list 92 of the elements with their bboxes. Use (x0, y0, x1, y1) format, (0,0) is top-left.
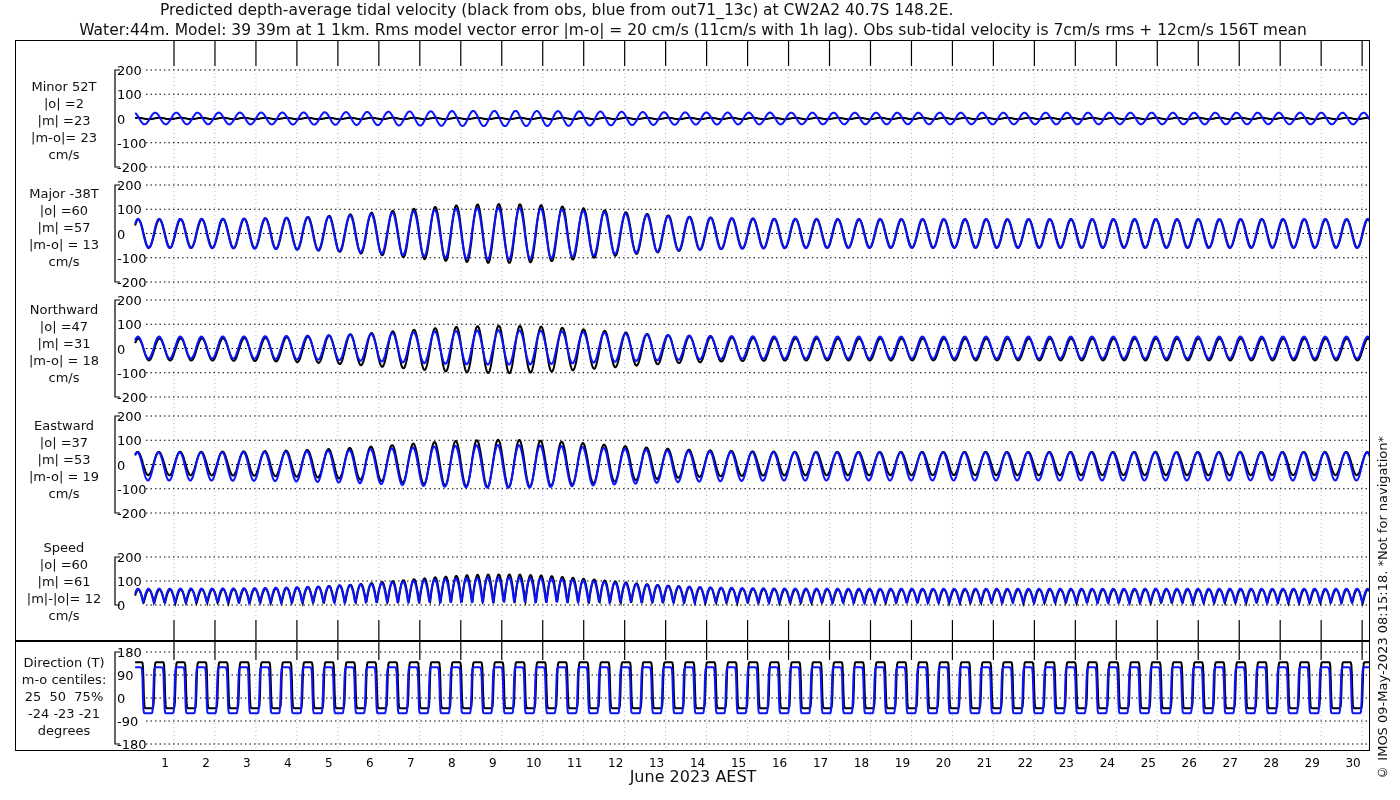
axis-tick-label: -200 (117, 160, 147, 175)
axis-tick-label: 200 (117, 409, 142, 424)
panel-label: Major -38T (29, 185, 99, 202)
chart-title: Water:44m. Model: 39 39m at 1 1km. Rms model vector error |m-o| = 20 cm/s (11cm/s with 1h lag). Obs sub-tidal velocity is 7cm/s rms + 12cm/s 156T mean (78, 20, 1308, 40)
axis-tick-label: 11 (567, 756, 583, 770)
panel-label: Northward (29, 301, 99, 318)
axis-tick-label: 0 (117, 457, 126, 473)
axis-tick-label: 180 (117, 645, 142, 660)
panel-label: Eastward (34, 417, 94, 434)
axis-tick-label: 22 (1017, 756, 1033, 770)
axis-tick-label: 0 (117, 691, 126, 706)
axis-tick-label: -100 (117, 135, 147, 151)
panel-label: Minor 52T (31, 78, 97, 95)
axis-tick-label: 26 (1181, 756, 1197, 770)
axis-tick-label: 0 (117, 341, 126, 357)
axis-tick-label: -100 (117, 365, 147, 381)
axis-tick-label: -200 (117, 275, 147, 290)
axis-tick-label: 100 (117, 574, 142, 589)
axis-tick-label: 100 (117, 317, 142, 333)
axis-tick-label: 2 (202, 756, 210, 770)
axis-tick-label: -180 (117, 737, 147, 750)
axis-tick-label: 100 (117, 87, 142, 103)
axis-tick-label: 9 (488, 756, 497, 770)
chart-title: Predicted depth-average tidal velocity (black from obs, blue from out71_13c) at CW2A2 40.7S 148.2E. (159, 0, 955, 20)
axis-tick-label: 23 (1058, 756, 1074, 770)
axis-tick-label: 19 (894, 756, 911, 770)
axis-tick-label: 25 (1140, 756, 1156, 770)
axis-tick-label: 8 (447, 756, 456, 770)
axis-tick-label: 29 (1304, 756, 1320, 770)
axis-tick-label: 14 (689, 756, 706, 770)
axis-tick-label: 24 (1099, 756, 1115, 770)
axis-tick-label: 12 (608, 756, 624, 770)
axis-tick-label: 0 (117, 111, 126, 127)
axis-tick-label: 200 (117, 293, 142, 308)
panel-label: |m| =23 (37, 112, 91, 129)
axis-tick-label: 13 (649, 756, 665, 770)
axis-tick-label: 100 (117, 202, 142, 218)
axis-tick-label: -100 (117, 250, 147, 266)
panel-label: |m| =53 (37, 451, 91, 468)
axis-tick-label: 0 (117, 226, 126, 242)
panel-label: |m|-|o|= 12 (26, 590, 102, 607)
axis-tick-label: 21 (976, 756, 993, 770)
axis-tick-label: 17 (812, 756, 829, 770)
axis-tick-label: 15 (730, 756, 747, 770)
axis-tick-label: 3 (243, 756, 251, 770)
axis-tick-label: 5 (325, 756, 333, 770)
panel-label: |o| =60 (39, 556, 89, 573)
panel-label: Speed (43, 539, 85, 556)
axis-label: June 2023 AEST (628, 767, 758, 786)
panel-label: cm/s (48, 607, 80, 624)
axis-tick-label: 100 (117, 433, 142, 449)
panel-label: |o| =47 (39, 318, 89, 335)
axis-tick-label: -200 (117, 390, 147, 405)
panel-label: |m| =61 (37, 573, 91, 590)
panel-label: |o| =37 (39, 434, 89, 451)
axis-tick-label: 1 (161, 756, 169, 770)
panel-label: cm/s (48, 253, 80, 270)
axis-tick-label: 90 (117, 668, 134, 683)
panel-label: -24 -23 -21 (28, 705, 100, 722)
panel-label: degrees (37, 722, 91, 739)
axis-tick-label: -200 (117, 506, 147, 521)
axis-tick-label: 4 (284, 756, 292, 770)
panel-label: |m-o| = 13 (29, 236, 99, 253)
panel-label: |m-o| = 19 (29, 468, 99, 485)
panel-label: cm/s (48, 485, 80, 502)
axis-tick-label: -90 (117, 714, 139, 729)
panel-label: |o| =60 (39, 202, 89, 219)
panel-label: cm/s (48, 369, 80, 386)
axis-tick-label: 200 (117, 178, 142, 193)
panel-label: |o| =2 (44, 95, 84, 112)
axis-tick-label: 0 (117, 598, 126, 613)
axis-tick-label: 27 (1222, 756, 1238, 770)
axis-tick-label: 200 (117, 550, 142, 565)
axis-tick-label: 20 (935, 756, 952, 770)
panel-label: cm/s (48, 146, 80, 163)
axis-tick-label: 30 (1345, 756, 1361, 770)
axis-tick-label: 10 (526, 756, 542, 770)
axis-tick-label: -100 (117, 481, 147, 497)
panel-label: |m| =57 (37, 219, 91, 236)
axis-tick-label: 7 (407, 756, 415, 770)
panel-label: |m| =31 (37, 335, 91, 352)
copyright-note: © IMOS 09-May-2023 08:15:18. *Not for navigation* (1375, 436, 1391, 780)
panel-label: 25 50 75% (24, 688, 104, 705)
axis-tick-label: 6 (366, 756, 374, 770)
panel-label: |m-o|= 23 (31, 129, 97, 146)
panel-label: Direction (T) (23, 654, 105, 671)
panel-label: |m-o| = 18 (29, 352, 99, 369)
axis-tick-label: 28 (1263, 756, 1279, 770)
axis-tick-label: 200 (117, 63, 142, 78)
axis-tick-label: 16 (771, 756, 788, 770)
panel-label: m-o centiles: (21, 671, 107, 688)
axis-tick-label: 18 (853, 756, 870, 770)
